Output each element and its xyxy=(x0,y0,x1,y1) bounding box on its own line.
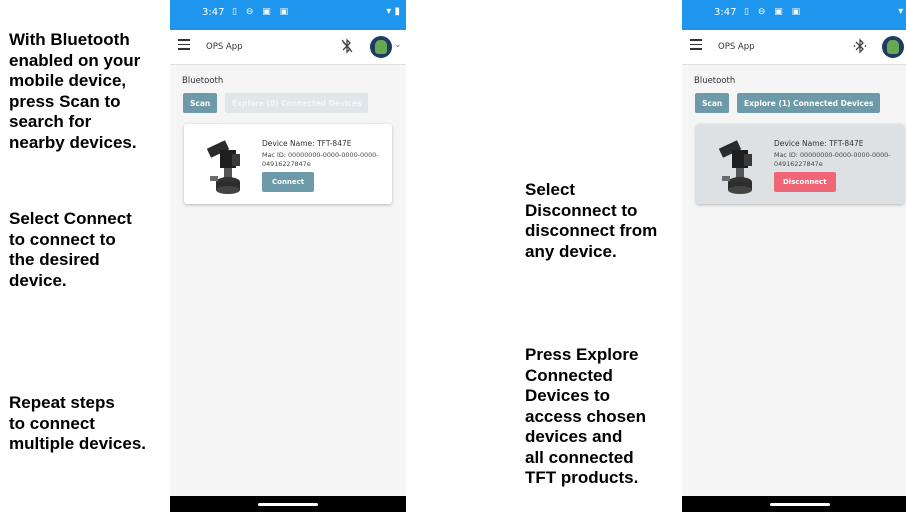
bluetooth-disabled-icon[interactable] xyxy=(340,38,354,58)
phone-screen-after-connect: 3:47 ▯ ⊖ ▣ ▣ ▾ ▮ OPS App Bluetooth Scan … xyxy=(682,0,906,512)
status-time: 3:47 xyxy=(202,7,225,18)
notification-icons: ▯ ⊖ ▣ ▣ xyxy=(232,7,292,17)
avatar[interactable] xyxy=(370,36,392,58)
notification-icons: ▯ ⊖ ▣ ▣ xyxy=(744,7,804,17)
nav-bar xyxy=(682,496,906,512)
instruction-connect: Select Connect to connect to the desired… xyxy=(9,209,132,290)
phone-screen-before-connect: 3:47 ▯ ⊖ ▣ ▣ ▾ ▮ OPS App ⌄ Bluetooth Sca… xyxy=(170,0,406,512)
app-title: OPS App xyxy=(718,42,755,52)
home-gesture-handle[interactable] xyxy=(258,503,318,506)
nav-bar xyxy=(170,496,406,512)
chevron-down-icon[interactable]: ⌄ xyxy=(394,40,402,50)
menu-icon[interactable] xyxy=(178,39,190,51)
instruction-explore: Press Explore Connected Devices to acces… xyxy=(525,345,646,487)
device-card: Device Name: TFT-847E Mac ID: 00000000-0… xyxy=(696,124,904,204)
scan-button[interactable]: Scan xyxy=(183,93,218,113)
wifi-battery-icon: ▾ ▮ xyxy=(386,6,400,17)
status-time: 3:47 xyxy=(714,7,737,18)
menu-icon[interactable] xyxy=(690,39,702,51)
device-mac-id: Mac ID: 00000000-0000-0000-0000-04916227… xyxy=(262,151,379,168)
status-bar: 3:47 ▯ ⊖ ▣ ▣ ▾ ▮ xyxy=(682,0,906,30)
status-bar: 3:47 ▯ ⊖ ▣ ▣ ▾ ▮ xyxy=(170,0,406,30)
scan-button[interactable]: Scan xyxy=(695,93,730,113)
section-title: Bluetooth xyxy=(182,76,224,86)
device-name: Device Name: TFT-847E xyxy=(262,139,352,148)
avatar[interactable] xyxy=(882,36,904,58)
explore-connected-devices-button[interactable]: Explore (0) Connected Devices xyxy=(225,93,369,113)
device-card: Device Name: TFT-847E Mac ID: 00000000-0… xyxy=(184,124,392,204)
wifi-battery-icon: ▾ ▮ xyxy=(898,6,906,17)
device-mac-id: Mac ID: 00000000-0000-0000-0000-04916227… xyxy=(774,151,891,168)
device-name: Device Name: TFT-847E xyxy=(774,139,864,148)
disconnect-button[interactable]: Disconnect xyxy=(774,172,836,192)
pan-tilt-device-image xyxy=(718,140,752,194)
explore-connected-devices-button[interactable]: Explore (1) Connected Devices xyxy=(737,93,881,113)
app-bar: OPS App xyxy=(682,30,906,65)
connect-button[interactable]: Connect xyxy=(262,172,315,192)
app-bar: OPS App ⌄ xyxy=(170,30,406,65)
bluetooth-connected-icon[interactable] xyxy=(852,38,868,58)
instruction-disconnect: Select Disconnect to disconnect from any… xyxy=(525,180,658,261)
instruction-scan: With Bluetooth enabled on your mobile de… xyxy=(9,30,141,152)
app-title: OPS App xyxy=(206,42,243,52)
pan-tilt-device-image xyxy=(206,140,240,194)
home-gesture-handle[interactable] xyxy=(770,503,830,506)
section-title: Bluetooth xyxy=(694,76,736,86)
instruction-repeat: Repeat steps to connect multiple devices… xyxy=(9,393,146,453)
